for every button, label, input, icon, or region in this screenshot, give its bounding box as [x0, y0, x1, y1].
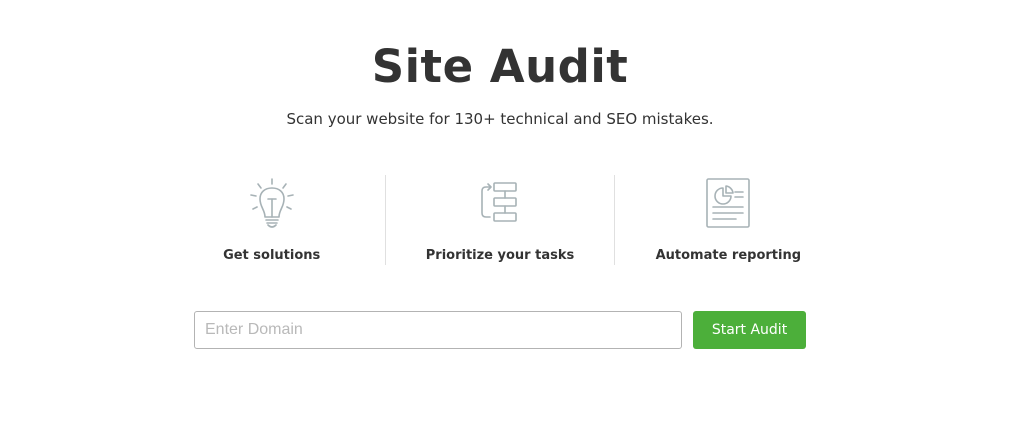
feature-label: Automate reporting — [655, 248, 802, 263]
feature-label: Get solutions — [223, 248, 321, 263]
lightbulb-icon — [246, 177, 298, 229]
start-audit-button[interactable]: Start Audit — [693, 311, 806, 349]
site-audit-page: Site Audit Scan your website for 130+ te… — [0, 0, 1024, 424]
feature-get-solutions: Get solutions — [158, 175, 385, 265]
feature-label: Prioritize your tasks — [425, 248, 575, 263]
task-flow-icon — [474, 177, 526, 229]
domain-input[interactable] — [194, 311, 682, 349]
page-subtitle: Scan your website for 130+ technical and… — [286, 110, 714, 128]
feature-prioritize-tasks: Prioritize your tasks — [385, 175, 613, 265]
feature-list: Get solutions Prioritize your tasks Auto… — [158, 175, 842, 265]
feature-automate-reporting: Automate reporting — [613, 175, 842, 265]
page-title: Site Audit — [371, 40, 629, 93]
report-icon — [702, 177, 754, 229]
